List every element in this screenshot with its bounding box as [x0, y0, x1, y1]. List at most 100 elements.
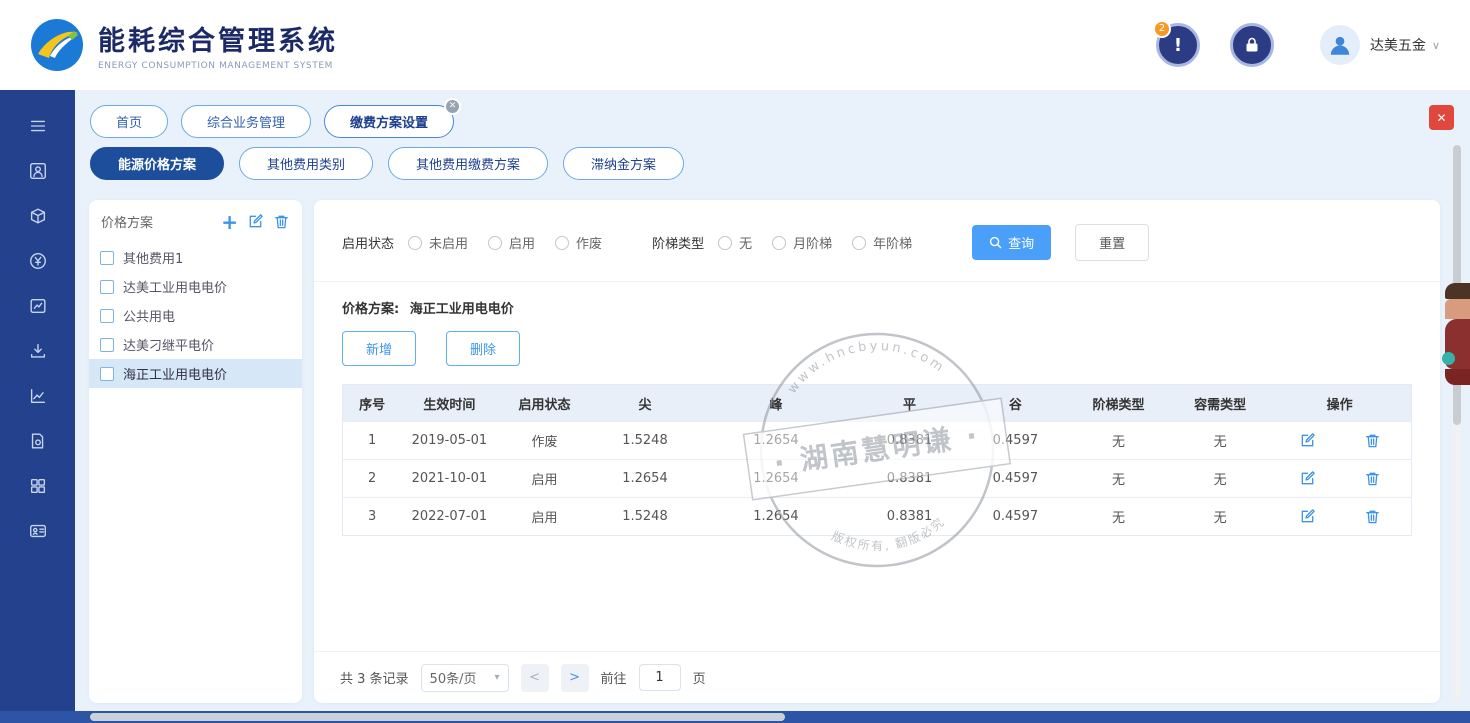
user-name[interactable]: 达美五金 — [1370, 35, 1426, 55]
cell-capacity-type: 无 — [1172, 460, 1268, 498]
subtab-label: 其他费用缴费方案 — [416, 158, 520, 173]
cell-capacity-type: 无 — [1172, 498, 1268, 536]
table-row: 3 2022-07-01 启用 1.5248 1.2654 0.8381 0.4… — [343, 498, 1412, 536]
cell-valley: 0.4597 — [966, 498, 1065, 536]
lock-button[interactable] — [1230, 23, 1274, 67]
radio-status-enabled[interactable]: 启用 — [488, 233, 535, 252]
list-item[interactable]: 达美工业用电电价 — [89, 272, 302, 301]
page-number-input[interactable] — [639, 664, 681, 691]
nav-sidebar — [0, 90, 75, 723]
avatar-icon — [1327, 32, 1353, 58]
checkbox[interactable] — [100, 309, 114, 323]
grid-icon[interactable] — [26, 474, 50, 498]
tab-other-fee-category[interactable]: 其他费用类别 — [239, 147, 373, 180]
checkbox[interactable] — [100, 280, 114, 294]
app-title-block: 能耗综合管理系统 ENERGY CONSUMPTION MANAGEMENT S… — [98, 19, 338, 71]
tab-energy-price-plan[interactable]: 能源价格方案 — [90, 147, 224, 180]
horizontal-scrollbar-thumb[interactable] — [90, 713, 785, 721]
package-icon[interactable] — [26, 204, 50, 228]
goto-label: 前往 — [601, 668, 627, 687]
detail-panel: 启用状态 未启用 启用 作废 阶梯类型 无 月阶梯 — [314, 200, 1440, 703]
next-page-button[interactable]: > — [561, 664, 589, 692]
radio-status-voided[interactable]: 作废 — [555, 233, 602, 252]
radio-icon[interactable] — [555, 236, 569, 250]
table-toolbar: 新增 删除 — [314, 317, 1440, 366]
subtab-label: 能源价格方案 — [118, 158, 196, 173]
radio-label: 未启用 — [429, 233, 468, 252]
cell-capacity-type: 无 — [1172, 422, 1268, 460]
delete-button[interactable]: 删除 — [446, 331, 520, 366]
app-logo-icon — [30, 18, 84, 72]
edit-plan-icon[interactable] — [247, 213, 264, 230]
close-tab-icon[interactable]: ✕ — [444, 98, 461, 115]
cell-index: 3 — [343, 498, 402, 536]
crumb-tab-payment-plan[interactable]: 缴费方案设置 ✕ — [324, 105, 454, 138]
delete-row-icon[interactable] — [1364, 508, 1381, 525]
crumb-tab-business[interactable]: 综合业务管理 — [181, 105, 311, 138]
yen-circle-icon[interactable] — [26, 249, 50, 273]
col-header: 生效时间 — [401, 385, 497, 422]
checkbox[interactable] — [100, 367, 114, 381]
subtab-label: 滞纳金方案 — [591, 158, 656, 173]
cell-status: 作废 — [497, 422, 591, 460]
list-item[interactable]: 达美刁继平电价 — [89, 330, 302, 359]
main-content: 首页 综合业务管理 缴费方案设置 ✕ ✕ 能源价格方案 其他费用类别 其他费用缴… — [75, 90, 1470, 711]
panel-title: 价格方案 — [101, 212, 212, 231]
radio-icon[interactable] — [772, 236, 786, 250]
page-size-select[interactable]: 50条/页 ▾ — [421, 664, 509, 692]
crumb-tab-home[interactable]: 首页 — [90, 105, 168, 138]
cell-sharp: 1.5248 — [592, 498, 699, 536]
radio-label: 年阶梯 — [873, 233, 912, 252]
radio-icon[interactable] — [852, 236, 866, 250]
cell-sharp: 1.5248 — [592, 422, 699, 460]
mascot-peek[interactable] — [1445, 283, 1470, 385]
list-item[interactable]: 公共用电 — [89, 301, 302, 330]
checkbox[interactable] — [100, 251, 114, 265]
add-button[interactable]: 新增 — [342, 331, 416, 366]
menu-icon[interactable] — [26, 114, 50, 138]
report-icon[interactable] — [26, 294, 50, 318]
id-card-icon[interactable] — [26, 519, 50, 543]
cell-sharp: 1.2654 — [592, 460, 699, 498]
delete-row-icon[interactable] — [1364, 432, 1381, 449]
tab-late-fee-plan[interactable]: 滞纳金方案 — [563, 147, 684, 180]
radio-label: 作废 — [576, 233, 602, 252]
list-item-label: 海正工业用电电价 — [123, 364, 227, 383]
radio-icon[interactable] — [488, 236, 502, 250]
doc-gear-icon[interactable] — [26, 429, 50, 453]
radio-icon[interactable] — [718, 236, 732, 250]
edit-row-icon[interactable] — [1299, 432, 1316, 449]
checkbox[interactable] — [100, 338, 114, 352]
prev-page-button[interactable]: < — [521, 664, 549, 692]
edit-row-icon[interactable] — [1299, 508, 1316, 525]
chevron-down-icon[interactable]: ∨ — [1432, 39, 1440, 52]
radio-status-disabled[interactable]: 未启用 — [408, 233, 468, 252]
edit-row-icon[interactable] — [1299, 470, 1316, 487]
cell-effective-date: 2019-05-01 — [401, 422, 497, 460]
vertical-scrollbar[interactable] — [1453, 142, 1461, 701]
list-item[interactable]: 其他费用1 — [89, 243, 302, 272]
radio-icon[interactable] — [408, 236, 422, 250]
line-chart-icon[interactable] — [26, 384, 50, 408]
add-plan-icon[interactable]: + — [221, 215, 238, 229]
cell-flat: 0.8381 — [853, 460, 965, 498]
price-plan-panel: 价格方案 + 其他费用1 达美工业用电电价 公共用电 — [89, 200, 302, 703]
query-button[interactable]: 查询 — [972, 225, 1051, 260]
user-card-icon[interactable] — [26, 159, 50, 183]
cell-peak: 1.2654 — [698, 422, 853, 460]
col-header: 尖 — [592, 385, 699, 422]
tab-other-fee-payment-plan[interactable]: 其他费用缴费方案 — [388, 147, 548, 180]
radio-ladder-month[interactable]: 月阶梯 — [772, 233, 832, 252]
delete-plan-icon[interactable] — [273, 213, 290, 230]
radio-ladder-none[interactable]: 无 — [718, 233, 752, 252]
reset-button[interactable]: 重置 — [1075, 224, 1149, 261]
query-label: 查询 — [1008, 233, 1034, 252]
close-page-button[interactable]: ✕ — [1429, 105, 1454, 130]
crumb-label: 综合业务管理 — [207, 116, 285, 131]
delete-row-icon[interactable] — [1364, 470, 1381, 487]
radio-ladder-year[interactable]: 年阶梯 — [852, 233, 912, 252]
list-item-selected[interactable]: 海正工业用电电价 — [89, 359, 302, 388]
user-avatar[interactable] — [1320, 25, 1360, 65]
download-icon[interactable] — [26, 339, 50, 363]
alert-button[interactable]: ! 2 — [1156, 23, 1200, 67]
